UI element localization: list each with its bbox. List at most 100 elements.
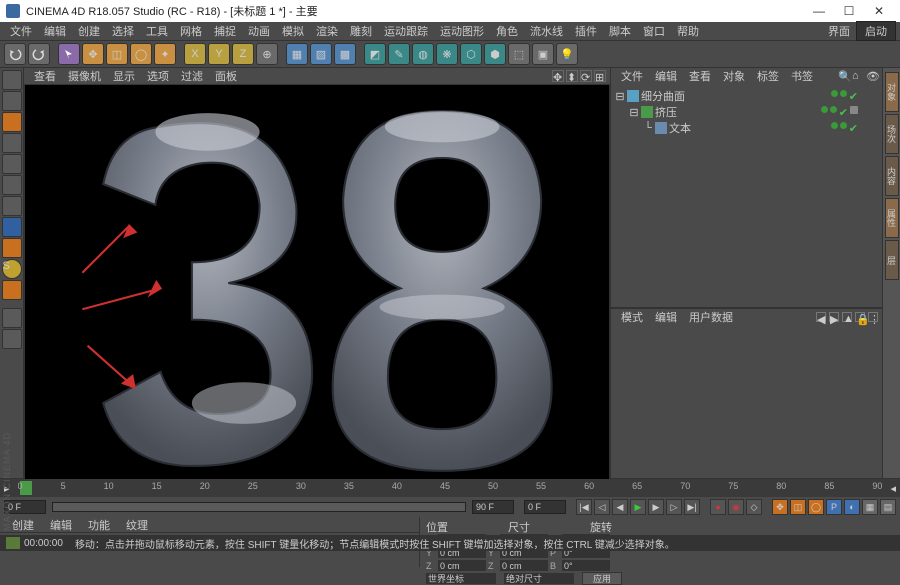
nav-back-icon[interactable]: ◀ <box>816 312 826 322</box>
vp-nav-zoom-icon[interactable]: ⬍ <box>566 70 578 82</box>
menu-character[interactable]: 角色 <box>490 23 524 39</box>
workplane-snap-button[interactable] <box>2 280 22 300</box>
menu-edit[interactable]: 编辑 <box>38 23 72 39</box>
menu-window[interactable]: 窗口 <box>637 23 671 39</box>
tree-label[interactable]: 文本 <box>669 120 691 136</box>
snap-button[interactable]: S <box>2 259 22 279</box>
vp-menu-filter[interactable]: 过滤 <box>175 68 209 84</box>
tab-layers[interactable]: 层 <box>885 240 899 280</box>
array-button[interactable]: ⬡ <box>460 43 482 65</box>
key-options-button[interactable]: ▦ <box>862 499 878 515</box>
workplane-button[interactable] <box>2 133 22 153</box>
menu-render[interactable]: 渲染 <box>310 23 344 39</box>
coord-pos-z[interactable]: 0 cm <box>438 560 486 571</box>
range-end-field[interactable]: 90 F <box>472 500 514 514</box>
pen-button[interactable]: ✎ <box>388 43 410 65</box>
tab-attributes[interactable]: 属性 <box>885 198 899 238</box>
vp-menu-view[interactable]: 查看 <box>28 68 62 84</box>
vp-nav-rotate-icon[interactable]: ⟳ <box>580 70 592 82</box>
menu-pipeline[interactable]: 流水线 <box>524 23 569 39</box>
viewport-3d[interactable] <box>24 84 610 493</box>
tab-objects[interactable]: 对象 <box>885 72 899 112</box>
scale-button[interactable]: ◫ <box>106 43 128 65</box>
move-button[interactable]: ✥ <box>82 43 104 65</box>
vp-menu-options[interactable]: 选项 <box>141 68 175 84</box>
menu-create[interactable]: 创建 <box>72 23 106 39</box>
render-settings-button[interactable]: ▩ <box>334 43 356 65</box>
prev-key-button[interactable]: ◁ <box>594 499 610 515</box>
menu-mograph[interactable]: 运动图形 <box>434 23 490 39</box>
cube-primitive-button[interactable]: ◩ <box>364 43 386 65</box>
eye-icon[interactable]: 👁 <box>866 70 878 82</box>
redo-button[interactable] <box>28 43 50 65</box>
next-frame-button[interactable]: ▶ <box>648 499 664 515</box>
render-view-button[interactable]: ▦ <box>286 43 308 65</box>
z-axis-button[interactable]: Z <box>232 43 254 65</box>
visible-render-dot[interactable] <box>840 122 847 129</box>
apply-button[interactable]: 应用 <box>582 572 622 585</box>
enable-check-icon[interactable]: ✔ <box>849 122 858 135</box>
menu-sculpt[interactable]: 雕刻 <box>344 23 378 39</box>
tree-row-subdivision[interactable]: ⊟ 细分曲面 ✔ <box>615 88 878 104</box>
tab-content[interactable]: 内容 <box>885 156 899 196</box>
vp-menu-display[interactable]: 显示 <box>107 68 141 84</box>
key-pos-button[interactable]: ✥ <box>772 499 788 515</box>
coord-system-button[interactable]: ⊕ <box>256 43 278 65</box>
axis-mode-button[interactable] <box>2 217 22 237</box>
menu-animate[interactable]: 动画 <box>242 23 276 39</box>
attr-menu-mode[interactable]: 模式 <box>615 309 649 325</box>
planar-workplane-button[interactable] <box>2 329 22 349</box>
obj-menu-tags[interactable]: 标签 <box>751 68 785 84</box>
x-axis-button[interactable]: X <box>184 43 206 65</box>
enable-check-icon[interactable]: ✔ <box>849 90 858 103</box>
environment-button[interactable]: ⬚ <box>508 43 530 65</box>
mat-tab-edit[interactable]: 编辑 <box>42 517 80 532</box>
vp-menu-panel[interactable]: 面板 <box>209 68 243 84</box>
menu-snap[interactable]: 捕捉 <box>208 23 242 39</box>
menu-select[interactable]: 选择 <box>106 23 140 39</box>
y-axis-button[interactable]: Y <box>208 43 230 65</box>
enable-check-icon[interactable]: ✔ <box>839 106 848 119</box>
menu-help[interactable]: 帮助 <box>671 23 705 39</box>
coord-size-z[interactable]: 0 cm <box>500 560 548 571</box>
menu-mesh[interactable]: 网格 <box>174 23 208 39</box>
edge-mode-button[interactable] <box>2 175 22 195</box>
layout-dropdown[interactable]: 启动 <box>856 21 896 41</box>
tab-takes[interactable]: 场次 <box>885 114 899 154</box>
close-button[interactable]: ✕ <box>864 0 894 22</box>
model-mode-button[interactable] <box>2 91 22 111</box>
camera-button[interactable]: ▣ <box>532 43 554 65</box>
render-pv-button[interactable]: ▨ <box>310 43 332 65</box>
autokey-button[interactable]: ◉ <box>728 499 744 515</box>
extrude-button[interactable]: ❋ <box>436 43 458 65</box>
light-button[interactable]: 💡 <box>556 43 578 65</box>
key-options2-button[interactable]: ▤ <box>880 499 896 515</box>
menu-motiontrack[interactable]: 运动跟踪 <box>378 23 434 39</box>
recent-tool-button[interactable]: ✦ <box>154 43 176 65</box>
nav-fwd-icon[interactable]: ▶ <box>829 312 839 322</box>
tree-row-text[interactable]: └ 文本 ✔ <box>615 120 878 136</box>
make-editable-button[interactable] <box>2 70 22 90</box>
texture-mode-button[interactable] <box>2 112 22 132</box>
obj-menu-objects[interactable]: 对象 <box>717 68 751 84</box>
prev-frame-button[interactable]: ◀ <box>612 499 628 515</box>
tree-row-extrude[interactable]: ⊟ 挤压 ✔ <box>615 104 878 120</box>
undo-button[interactable] <box>4 43 26 65</box>
menu-simulate[interactable]: 模拟 <box>276 23 310 39</box>
obj-menu-view[interactable]: 查看 <box>683 68 717 84</box>
tweak-button[interactable] <box>2 238 22 258</box>
obj-menu-edit[interactable]: 编辑 <box>649 68 683 84</box>
obj-menu-bookmarks[interactable]: 书签 <box>785 68 819 84</box>
lock-icon[interactable]: 🔒 <box>855 312 865 322</box>
coord-rot-b[interactable]: 0° <box>562 560 610 571</box>
goto-start-button[interactable]: |◀ <box>576 499 592 515</box>
attr-menu-edit[interactable]: 编辑 <box>649 309 683 325</box>
nav-up-icon[interactable]: ▲ <box>842 312 852 322</box>
key-param-button[interactable]: P <box>826 499 842 515</box>
deformer-button[interactable]: ⬢ <box>484 43 506 65</box>
vp-nav-split-icon[interactable]: ⊞ <box>594 70 606 82</box>
current-frame-field[interactable]: 0 F <box>524 500 566 514</box>
timeline-ruler[interactable]: ▸ 0 5 10 15 20 25 30 35 40 45 50 55 60 6… <box>0 479 900 497</box>
locked-workplane-button[interactable] <box>2 308 22 328</box>
vp-nav-move-icon[interactable]: ✥ <box>552 70 564 82</box>
